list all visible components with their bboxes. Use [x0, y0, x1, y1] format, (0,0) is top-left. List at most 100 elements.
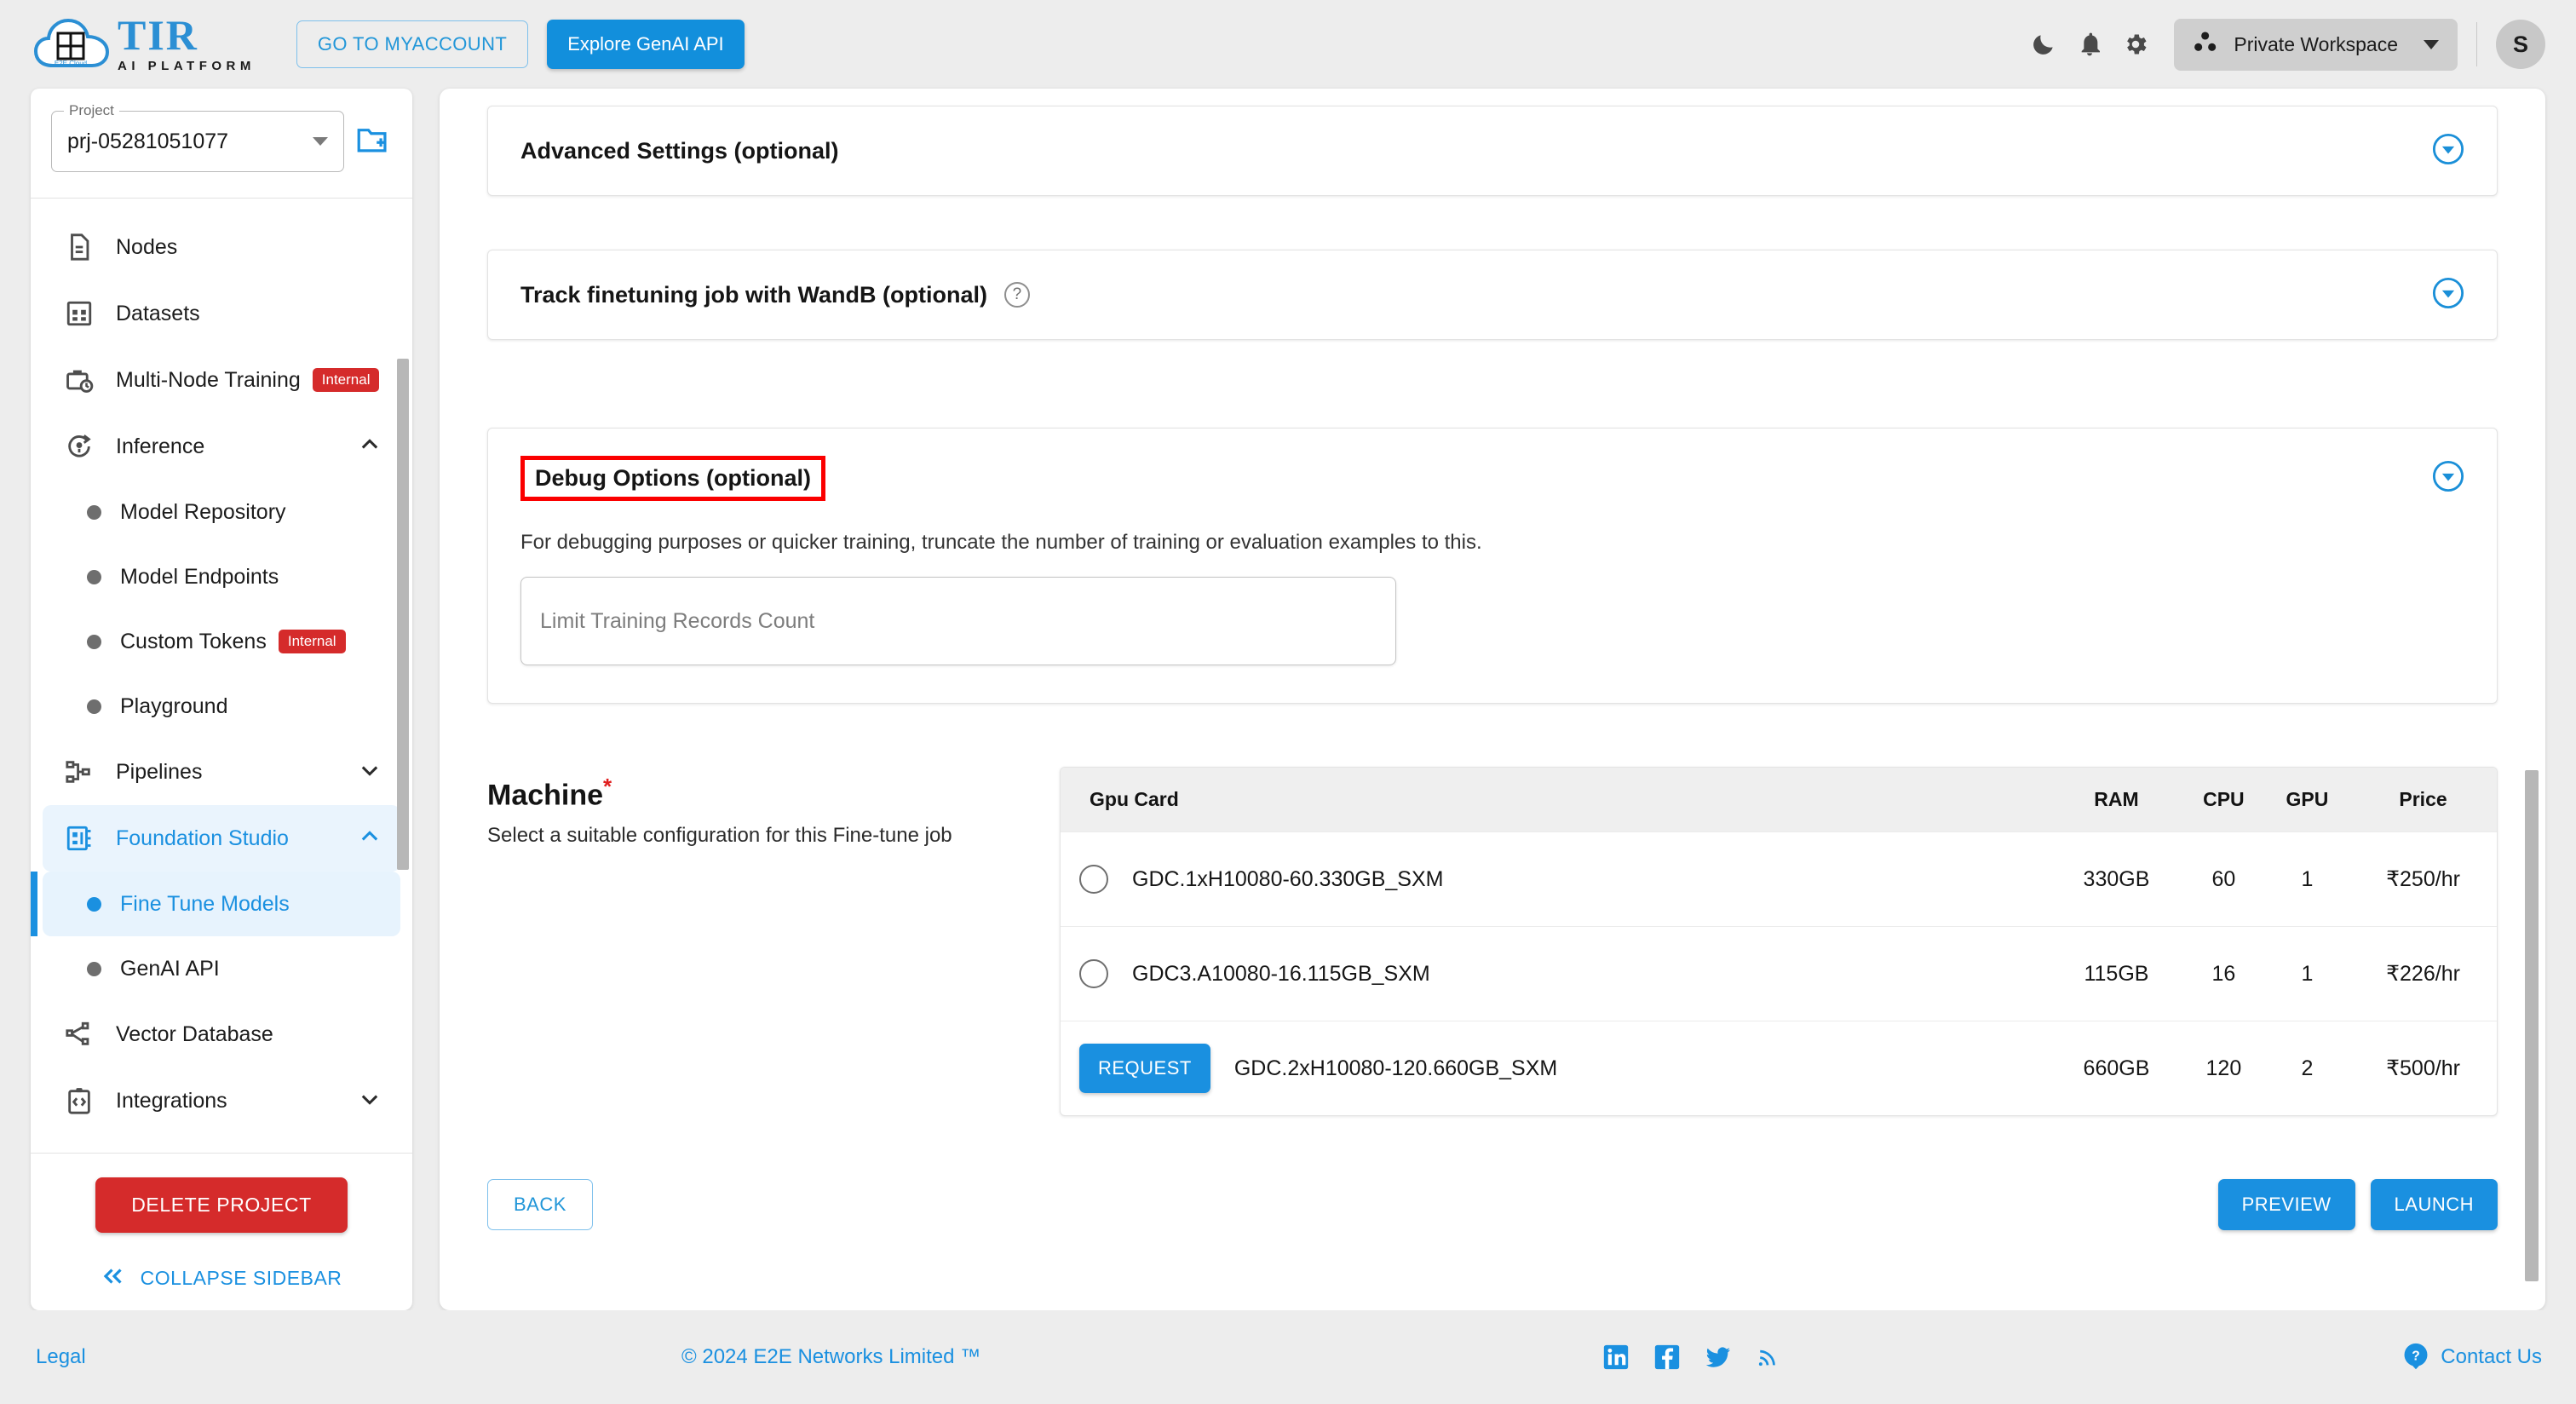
sidebar-item-label: Datasets	[116, 301, 200, 325]
delete-project-button[interactable]: DELETE PROJECT	[95, 1177, 348, 1233]
explore-genai-api-button[interactable]: Explore GenAI API	[547, 20, 745, 69]
sidebar-item-pipelines[interactable]: Pipelines	[43, 739, 400, 805]
debug-options-title: Debug Options (optional)	[535, 464, 811, 491]
expand-advanced-settings-icon[interactable]	[2432, 133, 2464, 170]
ram-cell: 330GB	[2050, 831, 2183, 927]
workspace-group-icon	[2193, 30, 2220, 60]
table-row[interactable]: GDC3.A10080-16.115GB_SXM 115GB 16 1 ₹226…	[1061, 926, 2497, 1021]
new-folder-icon[interactable]	[356, 124, 392, 159]
form-actions: BACK PREVIEW LAUNCH	[487, 1179, 2498, 1278]
price-cell: ₹226/hr	[2349, 926, 2497, 1021]
sidebar-subitem-label: Playground	[120, 693, 228, 718]
expand-wandb-icon[interactable]	[2432, 277, 2464, 314]
gpu-cell: 2	[2264, 1021, 2350, 1115]
avatar[interactable]: S	[2496, 20, 2545, 69]
expand-debug-options-icon[interactable]	[2432, 460, 2464, 497]
launch-button[interactable]: LAUNCH	[2370, 1179, 2498, 1230]
sidebar-item-fine-tune-models[interactable]: Fine Tune Models	[31, 872, 400, 936]
price-cell: ₹500/hr	[2349, 1021, 2497, 1115]
column-header-gpu-card: Gpu Card	[1061, 768, 2050, 832]
machine-section: Machine* Select a suitable configuration…	[487, 767, 2498, 1116]
contact-us-label: Contact Us	[2441, 1345, 2542, 1368]
sidebar-subitem-label: GenAI API	[120, 956, 220, 981]
price-cell: ₹250/hr	[2349, 831, 2497, 927]
workspace-selector[interactable]: Private Workspace	[2174, 18, 2458, 71]
go-to-myaccount-button[interactable]: GO TO MYACCOUNT	[296, 20, 529, 68]
linkedin-icon[interactable]	[1601, 1343, 1630, 1372]
back-button[interactable]: BACK	[487, 1179, 593, 1230]
gpu-card-cell: GDC.1xH10080-60.330GB_SXM	[1061, 831, 2050, 927]
grid-icon	[65, 299, 104, 328]
dark-mode-icon[interactable]	[2021, 21, 2067, 67]
sidebar-item-genai-api[interactable]: GenAI API	[43, 936, 400, 1001]
cpu-cell: 16	[2182, 926, 2265, 1021]
chevron-down-icon	[313, 137, 328, 146]
sidebar-item-label: Foundation Studio	[116, 826, 289, 850]
advanced-settings-header[interactable]: Advanced Settings (optional)	[488, 106, 2497, 195]
debug-options-card: Debug Options (optional) For debugging p…	[487, 428, 2498, 704]
social-links	[1601, 1343, 1780, 1372]
column-header-ram: RAM	[2050, 768, 2183, 832]
ram-cell: 660GB	[2050, 1021, 2183, 1115]
help-question-icon: ?	[2401, 1341, 2430, 1374]
table-header-row: Gpu Card RAM CPU GPU Price	[1061, 768, 2497, 832]
settings-gear-icon[interactable]	[2113, 21, 2159, 67]
sidebar-item-datasets[interactable]: Datasets	[43, 280, 400, 347]
svg-text:?: ?	[2412, 1349, 2421, 1363]
sidebar-item-nodes[interactable]: Nodes	[43, 214, 400, 280]
notifications-icon[interactable]	[2067, 21, 2113, 67]
sidebar-item-custom-tokens[interactable]: Custom Tokens Internal	[43, 609, 400, 674]
machine-radio-1[interactable]	[1079, 959, 1108, 988]
sidebar-footer: DELETE PROJECT COLLAPSE SIDEBAR	[31, 1154, 412, 1310]
inference-icon	[65, 432, 104, 461]
bullet-icon	[87, 634, 101, 649]
preview-button[interactable]: PREVIEW	[2217, 1179, 2355, 1230]
legal-link[interactable]: Legal	[36, 1345, 86, 1369]
sidebar-item-integrations[interactable]: Integrations	[43, 1067, 400, 1134]
sidebar-item-label: Multi-Node Training	[116, 367, 301, 392]
collapse-sidebar-button[interactable]: COLLAPSE SIDEBAR	[31, 1265, 412, 1292]
debug-options-header[interactable]: Debug Options (optional)	[488, 429, 2497, 527]
gpu-card-cell: REQUEST GDC.2xH10080-120.660GB_SXM	[1061, 1021, 2050, 1115]
sidebar-subitem-label: Custom Tokens	[120, 629, 267, 653]
rss-icon[interactable]	[1755, 1343, 1780, 1372]
advanced-settings-title: Advanced Settings (optional)	[520, 137, 839, 164]
machine-title: Machine*	[487, 774, 1060, 812]
twitter-icon[interactable]	[1704, 1343, 1733, 1372]
wandb-title: Track finetuning job with WandB (optiona…	[520, 281, 987, 308]
project-selector-block: Project prj-05281051077	[31, 89, 412, 198]
sidebar-item-foundation-studio[interactable]: Foundation Studio	[43, 805, 400, 872]
required-marker: *	[603, 774, 612, 799]
help-icon[interactable]: ?	[1003, 282, 1030, 308]
chevron-up-icon	[358, 433, 382, 461]
main-scrollbar[interactable]	[2525, 770, 2539, 1281]
project-select[interactable]: Project prj-05281051077	[51, 102, 344, 172]
header-actions: Private Workspace S	[2021, 18, 2545, 71]
wandb-header[interactable]: Track finetuning job with WandB (optiona…	[488, 250, 2497, 339]
machine-radio-0[interactable]	[1079, 865, 1108, 894]
cpu-cell: 60	[2182, 831, 2265, 927]
status-badge: Internal	[312, 368, 380, 392]
request-machine-button[interactable]: REQUEST	[1079, 1044, 1210, 1093]
sidebar-scrollbar[interactable]	[397, 359, 409, 870]
brand-logo: E2E Cloud TIR AI PLATFORM	[34, 14, 256, 73]
gpu-cell: 1	[2264, 831, 2350, 927]
table-row[interactable]: REQUEST GDC.2xH10080-120.660GB_SXM 660GB…	[1061, 1021, 2497, 1115]
sidebar-item-multi-node-training[interactable]: Multi-Node Training Internal	[43, 347, 400, 413]
facebook-icon[interactable]	[1653, 1343, 1682, 1372]
sidebar-item-model-repository[interactable]: Model Repository	[43, 480, 400, 544]
sidebar-item-model-endpoints[interactable]: Model Endpoints	[43, 544, 400, 609]
logo-subtitle: AI PLATFORM	[118, 58, 256, 73]
debug-options-body: For debugging purposes or quicker traini…	[488, 527, 2497, 703]
sidebar-item-inference[interactable]: Inference	[43, 413, 400, 480]
vector-icon	[65, 1020, 104, 1049]
sidebar-item-playground[interactable]: Playground	[43, 674, 400, 739]
limit-training-records-input[interactable]	[520, 577, 1396, 665]
sidebar-subitem-label: Model Endpoints	[120, 564, 279, 589]
collapse-sidebar-label: COLLAPSE SIDEBAR	[140, 1267, 342, 1289]
contact-us-link[interactable]: ? Contact Us	[2401, 1341, 2542, 1374]
advanced-settings-card: Advanced Settings (optional)	[487, 106, 2498, 196]
sidebar-item-vector-database[interactable]: Vector Database	[43, 1001, 400, 1067]
table-row[interactable]: GDC.1xH10080-60.330GB_SXM 330GB 60 1 ₹25…	[1061, 831, 2497, 927]
cpu-cell: 120	[2182, 1021, 2265, 1115]
